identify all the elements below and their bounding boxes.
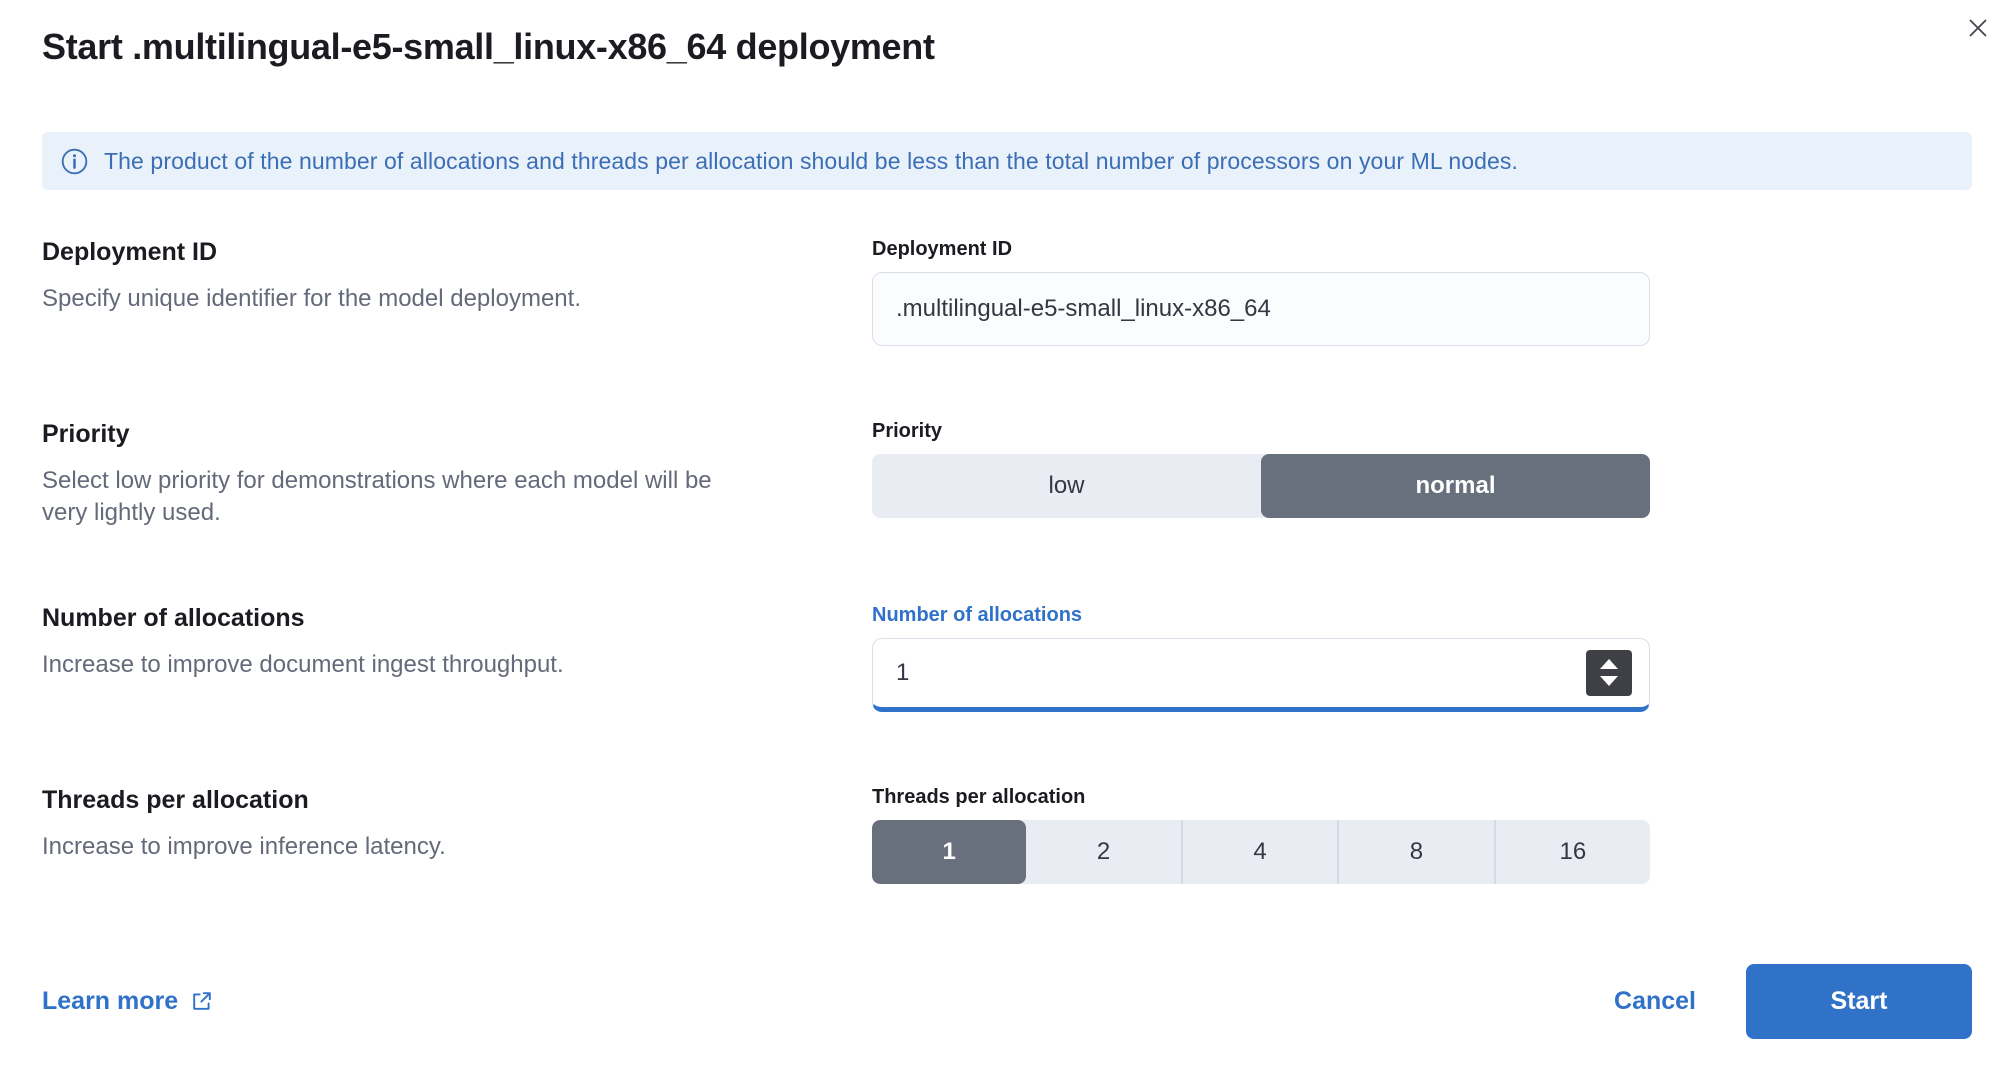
threads-button-16[interactable]: 16 [1496,820,1650,884]
priority-button-normal[interactable]: normal [1261,454,1650,518]
row-heading: Deployment ID [42,238,812,267]
row-description: Increase to improve inference latency. [42,831,742,863]
priority-button-low[interactable]: low [872,454,1261,518]
callout-text: The product of the number of allocations… [104,148,1518,175]
learn-more-label: Learn more [42,987,178,1016]
row-heading: Priority [42,420,812,449]
row-description-column: Number of allocations Increase to improv… [42,604,872,712]
form-row-priority: Priority Select low priority for demonst… [42,420,1972,530]
row-field-column: Number of allocations [872,604,1650,712]
row-heading: Number of allocations [42,604,812,633]
form-row-allocations: Number of allocations Increase to improv… [42,604,1972,712]
row-field-column: Threads per allocation 1 2 4 8 16 [872,786,1650,884]
page-title: Start .multilingual-e5-small_linux-x86_6… [42,26,1972,68]
field-label: Priority [872,420,1650,443]
row-field-column: Priority low normal [872,420,1650,530]
row-description: Increase to improve document ingest thro… [42,649,742,681]
start-button[interactable]: Start [1746,964,1972,1039]
row-field-column: Deployment ID [872,238,1650,346]
allocations-stepper[interactable] [1586,650,1632,696]
row-description: Select low priority for demonstrations w… [42,465,742,530]
close-icon [1966,16,1990,40]
start-deployment-modal: Start .multilingual-e5-small_linux-x86_6… [0,0,2012,1039]
threads-button-group: 1 2 4 8 16 [872,820,1650,884]
row-heading: Threads per allocation [42,786,812,815]
row-description-column: Priority Select low priority for demonst… [42,420,872,530]
cancel-button[interactable]: Cancel [1614,987,1696,1016]
priority-button-group: low normal [872,454,1650,518]
field-label: Threads per allocation [872,786,1650,809]
field-label: Number of allocations [872,604,1650,627]
learn-more-link[interactable]: Learn more [42,987,214,1016]
info-callout: The product of the number of allocations… [42,132,1972,190]
external-link-icon [190,989,214,1013]
threads-button-1[interactable]: 1 [872,820,1026,884]
threads-button-4[interactable]: 4 [1183,820,1339,884]
stepper-up-icon[interactable] [1600,659,1618,669]
form-row-threads: Threads per allocation Increase to impro… [42,786,1972,884]
stepper-down-icon[interactable] [1600,676,1618,686]
allocations-input-wrapper [872,638,1650,712]
form-row-deployment-id: Deployment ID Specify unique identifier … [42,238,1972,346]
threads-button-2[interactable]: 2 [1026,820,1182,884]
threads-button-8[interactable]: 8 [1339,820,1495,884]
row-description: Specify unique identifier for the model … [42,283,742,315]
modal-footer: Learn more Cancel Start [42,964,1972,1039]
allocations-input[interactable] [873,639,1649,707]
info-icon [61,148,88,175]
field-label: Deployment ID [872,238,1650,261]
close-button[interactable] [1958,8,1998,48]
deployment-id-input[interactable] [872,272,1650,346]
row-description-column: Deployment ID Specify unique identifier … [42,238,872,346]
row-description-column: Threads per allocation Increase to impro… [42,786,872,884]
